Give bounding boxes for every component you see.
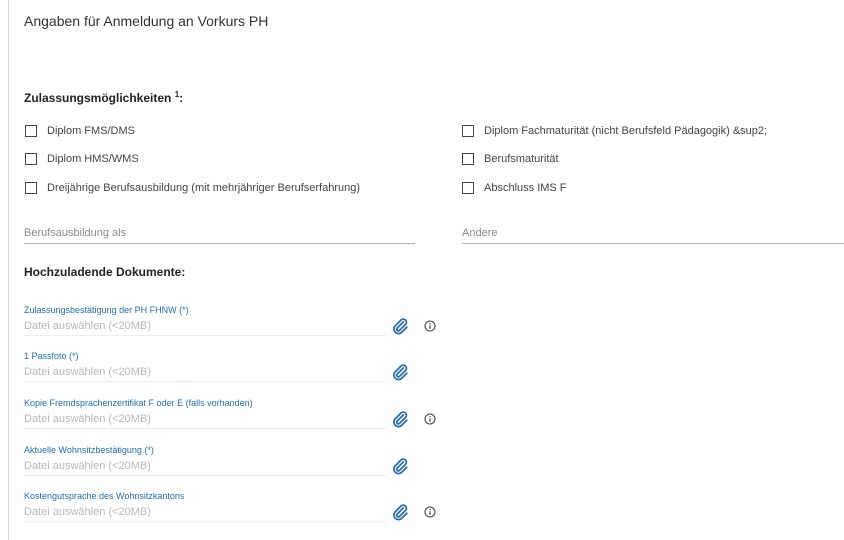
checkbox-square[interactable] [25,182,37,194]
paperclip-icon[interactable] [391,503,409,521]
checkbox-fachmaturitaet[interactable]: Diplom Fachmaturität (nicht Berufsfeld P… [462,125,767,137]
andere-input[interactable] [462,222,844,244]
checkbox-label: Dreijährige Berufsausbildung (mit mehrjä… [47,182,361,194]
upload-input-wohnsitzbestaetigung[interactable] [24,456,386,476]
checkbox-diplom-fms-dms[interactable]: Diplom FMS/DMS [25,125,135,137]
paperclip-icon[interactable] [391,363,409,381]
documents-heading: Hochzuladende Dokumente: [24,265,186,279]
upload-label-zulassung: Zulassungsbestätigung der PH FHNW (*) [24,305,189,315]
upload-label-fremdsprachenzertifikat: Kopie Fremdsprachenzertifikat F oder E (… [24,398,253,408]
checkbox-label: Abschluss IMS F [484,182,567,194]
checkbox-berufsausbildung[interactable]: Dreijährige Berufsausbildung (mit mehrjä… [25,182,360,194]
checkbox-label: Diplom Fachmaturität (nicht Berufsfeld P… [484,125,768,137]
checkbox-square[interactable] [462,125,474,137]
info-icon[interactable] [424,413,436,425]
admission-heading: Zulassungsmöglichkeiten 1: [24,90,183,105]
checkbox-diplom-hms-wms[interactable]: Diplom HMS/WMS [25,153,139,165]
upload-input-passfoto[interactable] [24,362,386,382]
admission-heading-text: Zulassungsmöglichkeiten [24,91,172,105]
checkbox-label: Diplom HMS/WMS [47,153,139,165]
berufsausbildung-input[interactable] [24,222,415,244]
paperclip-icon[interactable] [391,410,409,428]
paperclip-icon[interactable] [391,457,409,475]
checkbox-abschluss-ims-f[interactable]: Abschluss IMS F [462,182,567,194]
info-icon[interactable] [424,320,436,332]
upload-label-wohnsitzbestaetigung: Aktuelle Wohnsitzbestätigung (*) [24,445,154,455]
admission-heading-colon: : [179,91,184,105]
info-icon[interactable] [424,506,436,518]
checkbox-berufsmaturitaet[interactable]: Berufsmaturität [462,153,559,165]
upload-label-kostengutsprache: Kostengutsprache des Wohnsitzkantons [24,491,185,501]
checkbox-square[interactable] [462,153,474,165]
checkbox-square[interactable] [25,125,37,137]
checkbox-label: Berufsmaturität [484,153,559,165]
form-left-border [8,0,9,540]
upload-input-zulassung[interactable] [24,316,386,336]
paperclip-icon[interactable] [391,317,409,335]
upload-input-kostengutsprache[interactable] [24,502,386,522]
checkbox-square[interactable] [25,153,37,165]
checkbox-square[interactable] [462,182,474,194]
upload-label-passfoto: 1 Passfoto (*) [24,351,79,361]
page-title: Angaben für Anmeldung an Vorkurs PH [24,13,269,29]
upload-input-fremdsprachenzertifikat[interactable] [24,409,386,429]
checkbox-label: Diplom FMS/DMS [47,125,136,137]
